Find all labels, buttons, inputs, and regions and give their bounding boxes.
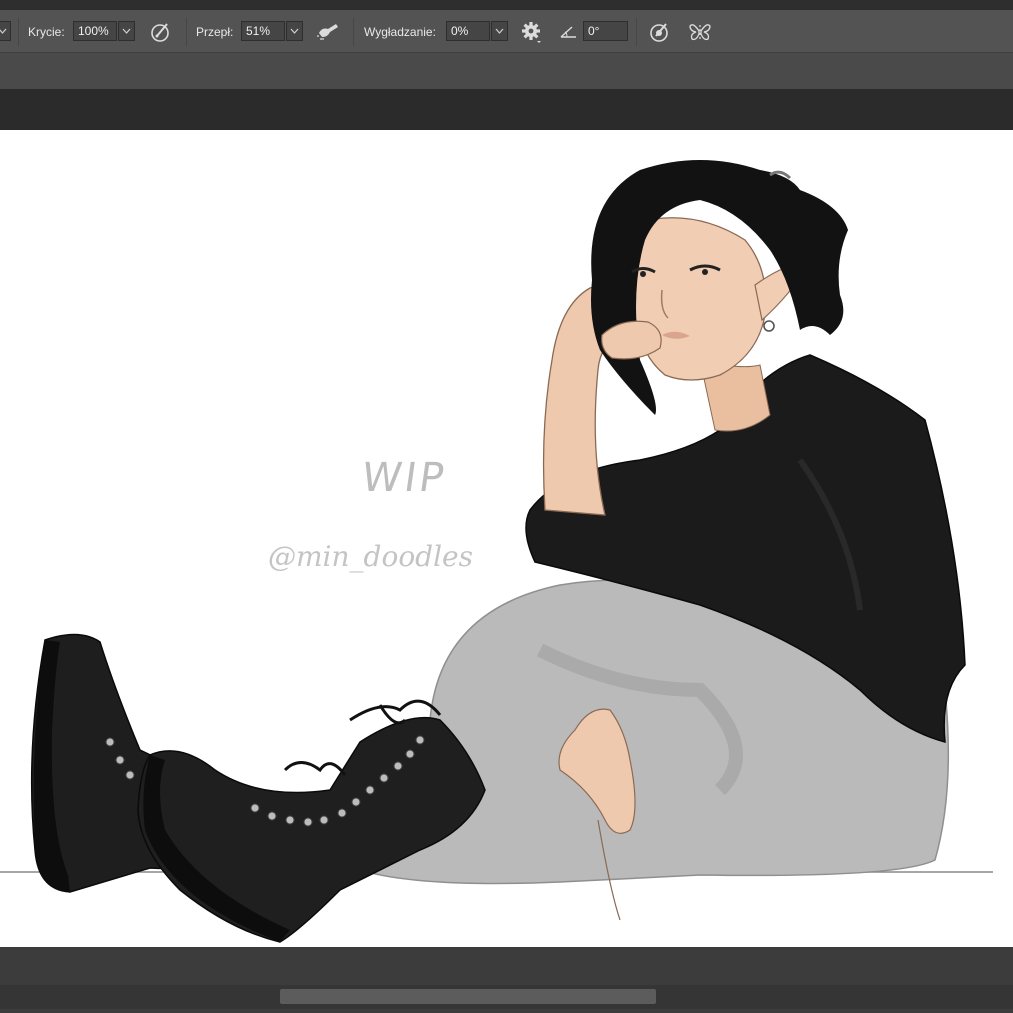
separator xyxy=(636,18,637,46)
horizontal-scrollbar-thumb[interactable] xyxy=(280,989,656,1004)
watermark-handle: @min_doodles xyxy=(268,540,473,573)
watermark-wip: WIP xyxy=(358,455,450,501)
butterfly-symmetry-icon[interactable] xyxy=(687,19,713,45)
pen-pressure-size-icon[interactable] xyxy=(647,19,673,45)
flow-label: Przepł: xyxy=(196,25,234,39)
opacity-label: Krycie: xyxy=(28,25,65,39)
angle-icon xyxy=(558,19,584,45)
smoothing-label: Wygładzanie: xyxy=(364,25,436,39)
window-top-strip xyxy=(0,0,1013,10)
canvas-artboard[interactable] xyxy=(0,130,1013,947)
separator xyxy=(18,18,19,46)
canvas-top-margin xyxy=(0,89,1013,130)
opacity-dropdown[interactable] xyxy=(118,21,135,41)
illustration-artwork xyxy=(0,160,993,943)
opacity-field[interactable]: 100% xyxy=(73,21,117,41)
brush-options-bar: Krycie: 100% Przepł: 51% Wygładzanie: 0%… xyxy=(0,10,1013,53)
document-tab-bar xyxy=(0,53,1013,89)
separator xyxy=(186,18,187,46)
angle-field[interactable]: 0° xyxy=(583,21,628,41)
gear-icon[interactable] xyxy=(519,19,545,45)
airbrush-icon[interactable] xyxy=(316,19,342,45)
flow-field[interactable]: 51% xyxy=(241,21,285,41)
pen-pressure-opacity-icon[interactable] xyxy=(148,19,174,45)
smoothing-dropdown[interactable] xyxy=(491,21,508,41)
flow-dropdown[interactable] xyxy=(286,21,303,41)
mode-dropdown-toggle[interactable] xyxy=(0,21,11,41)
smoothing-field[interactable]: 0% xyxy=(446,21,490,41)
separator xyxy=(353,18,354,46)
